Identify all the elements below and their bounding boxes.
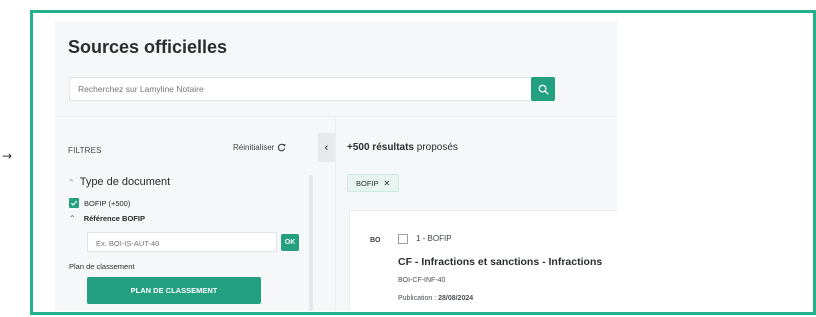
search-input[interactable]	[70, 78, 510, 100]
filters-scrollbar[interactable]	[309, 175, 313, 311]
arrow-icon: →	[2, 149, 13, 163]
document-type-toggle[interactable]: ⌃ Type de document	[68, 176, 170, 188]
panel-divider	[335, 117, 336, 311]
chevron-left-icon: ‹	[324, 141, 329, 154]
chip-label: BOFIP	[356, 178, 379, 188]
active-filter-chip[interactable]: BOFIP ✕	[347, 174, 400, 192]
search-bar	[69, 77, 532, 101]
search-button[interactable]	[531, 77, 555, 101]
close-icon[interactable]: ✕	[384, 179, 391, 188]
chevron-up-icon: ⌃	[68, 177, 75, 187]
reset-filters-button[interactable]: Réinitialiser	[233, 143, 286, 152]
reference-ok-button[interactable]: OK	[281, 234, 299, 251]
plan-classement-button[interactable]: PLAN DE CLASSEMENT	[87, 277, 261, 304]
publication-label: Publication :	[398, 295, 439, 302]
check-icon	[70, 200, 78, 206]
reference-input-wrapper	[87, 232, 277, 253]
result-checkbox[interactable]	[398, 234, 408, 244]
checkbox-checked[interactable]	[69, 198, 79, 208]
reference-input[interactable]	[88, 234, 276, 253]
reference-bofip-toggle[interactable]: ⌃ Référence BOFIP	[69, 214, 145, 223]
document-type-label: Type de document	[79, 176, 171, 188]
result-number: 1 - BOFIP	[416, 234, 452, 243]
result-card[interactable]: BO 1 - BOFIP CF - Infractions et sanctio…	[349, 210, 617, 311]
results-count: +500 résultats proposés	[347, 142, 458, 153]
result-reference: BOI-CF-INF-40	[398, 277, 446, 284]
filters-heading: FILTRES	[68, 146, 102, 155]
page-title: Sources officielles	[68, 37, 228, 57]
reset-label: Réinitialiser	[233, 143, 275, 152]
result-publication: Publication : 28/08/2024	[398, 295, 473, 302]
app-window: Sources officielles FILTRES Réinitialise…	[55, 21, 617, 311]
chevron-up-icon: ⌃	[69, 214, 76, 223]
refresh-icon	[278, 143, 286, 152]
result-title[interactable]: CF - Infractions et sanctions - Infracti…	[398, 256, 602, 268]
source-badge: BO	[370, 237, 381, 244]
divider	[55, 116, 617, 117]
results-count-suffix: proposés	[414, 142, 458, 153]
bofip-filter-option[interactable]: BOFIP (+500)	[69, 198, 130, 208]
screenshot-frame: Sources officielles FILTRES Réinitialise…	[30, 10, 816, 315]
bofip-option-label: BOFIP (+500)	[84, 198, 131, 208]
reference-bofip-label: Référence BOFIP	[83, 214, 145, 223]
publication-date: 28/08/2024	[438, 295, 474, 302]
results-count-bold: +500 résultats	[347, 142, 414, 153]
plan-classement-label: Plan de classement	[69, 262, 135, 271]
collapse-filters-button[interactable]: ‹	[318, 133, 335, 162]
search-icon	[538, 84, 549, 95]
